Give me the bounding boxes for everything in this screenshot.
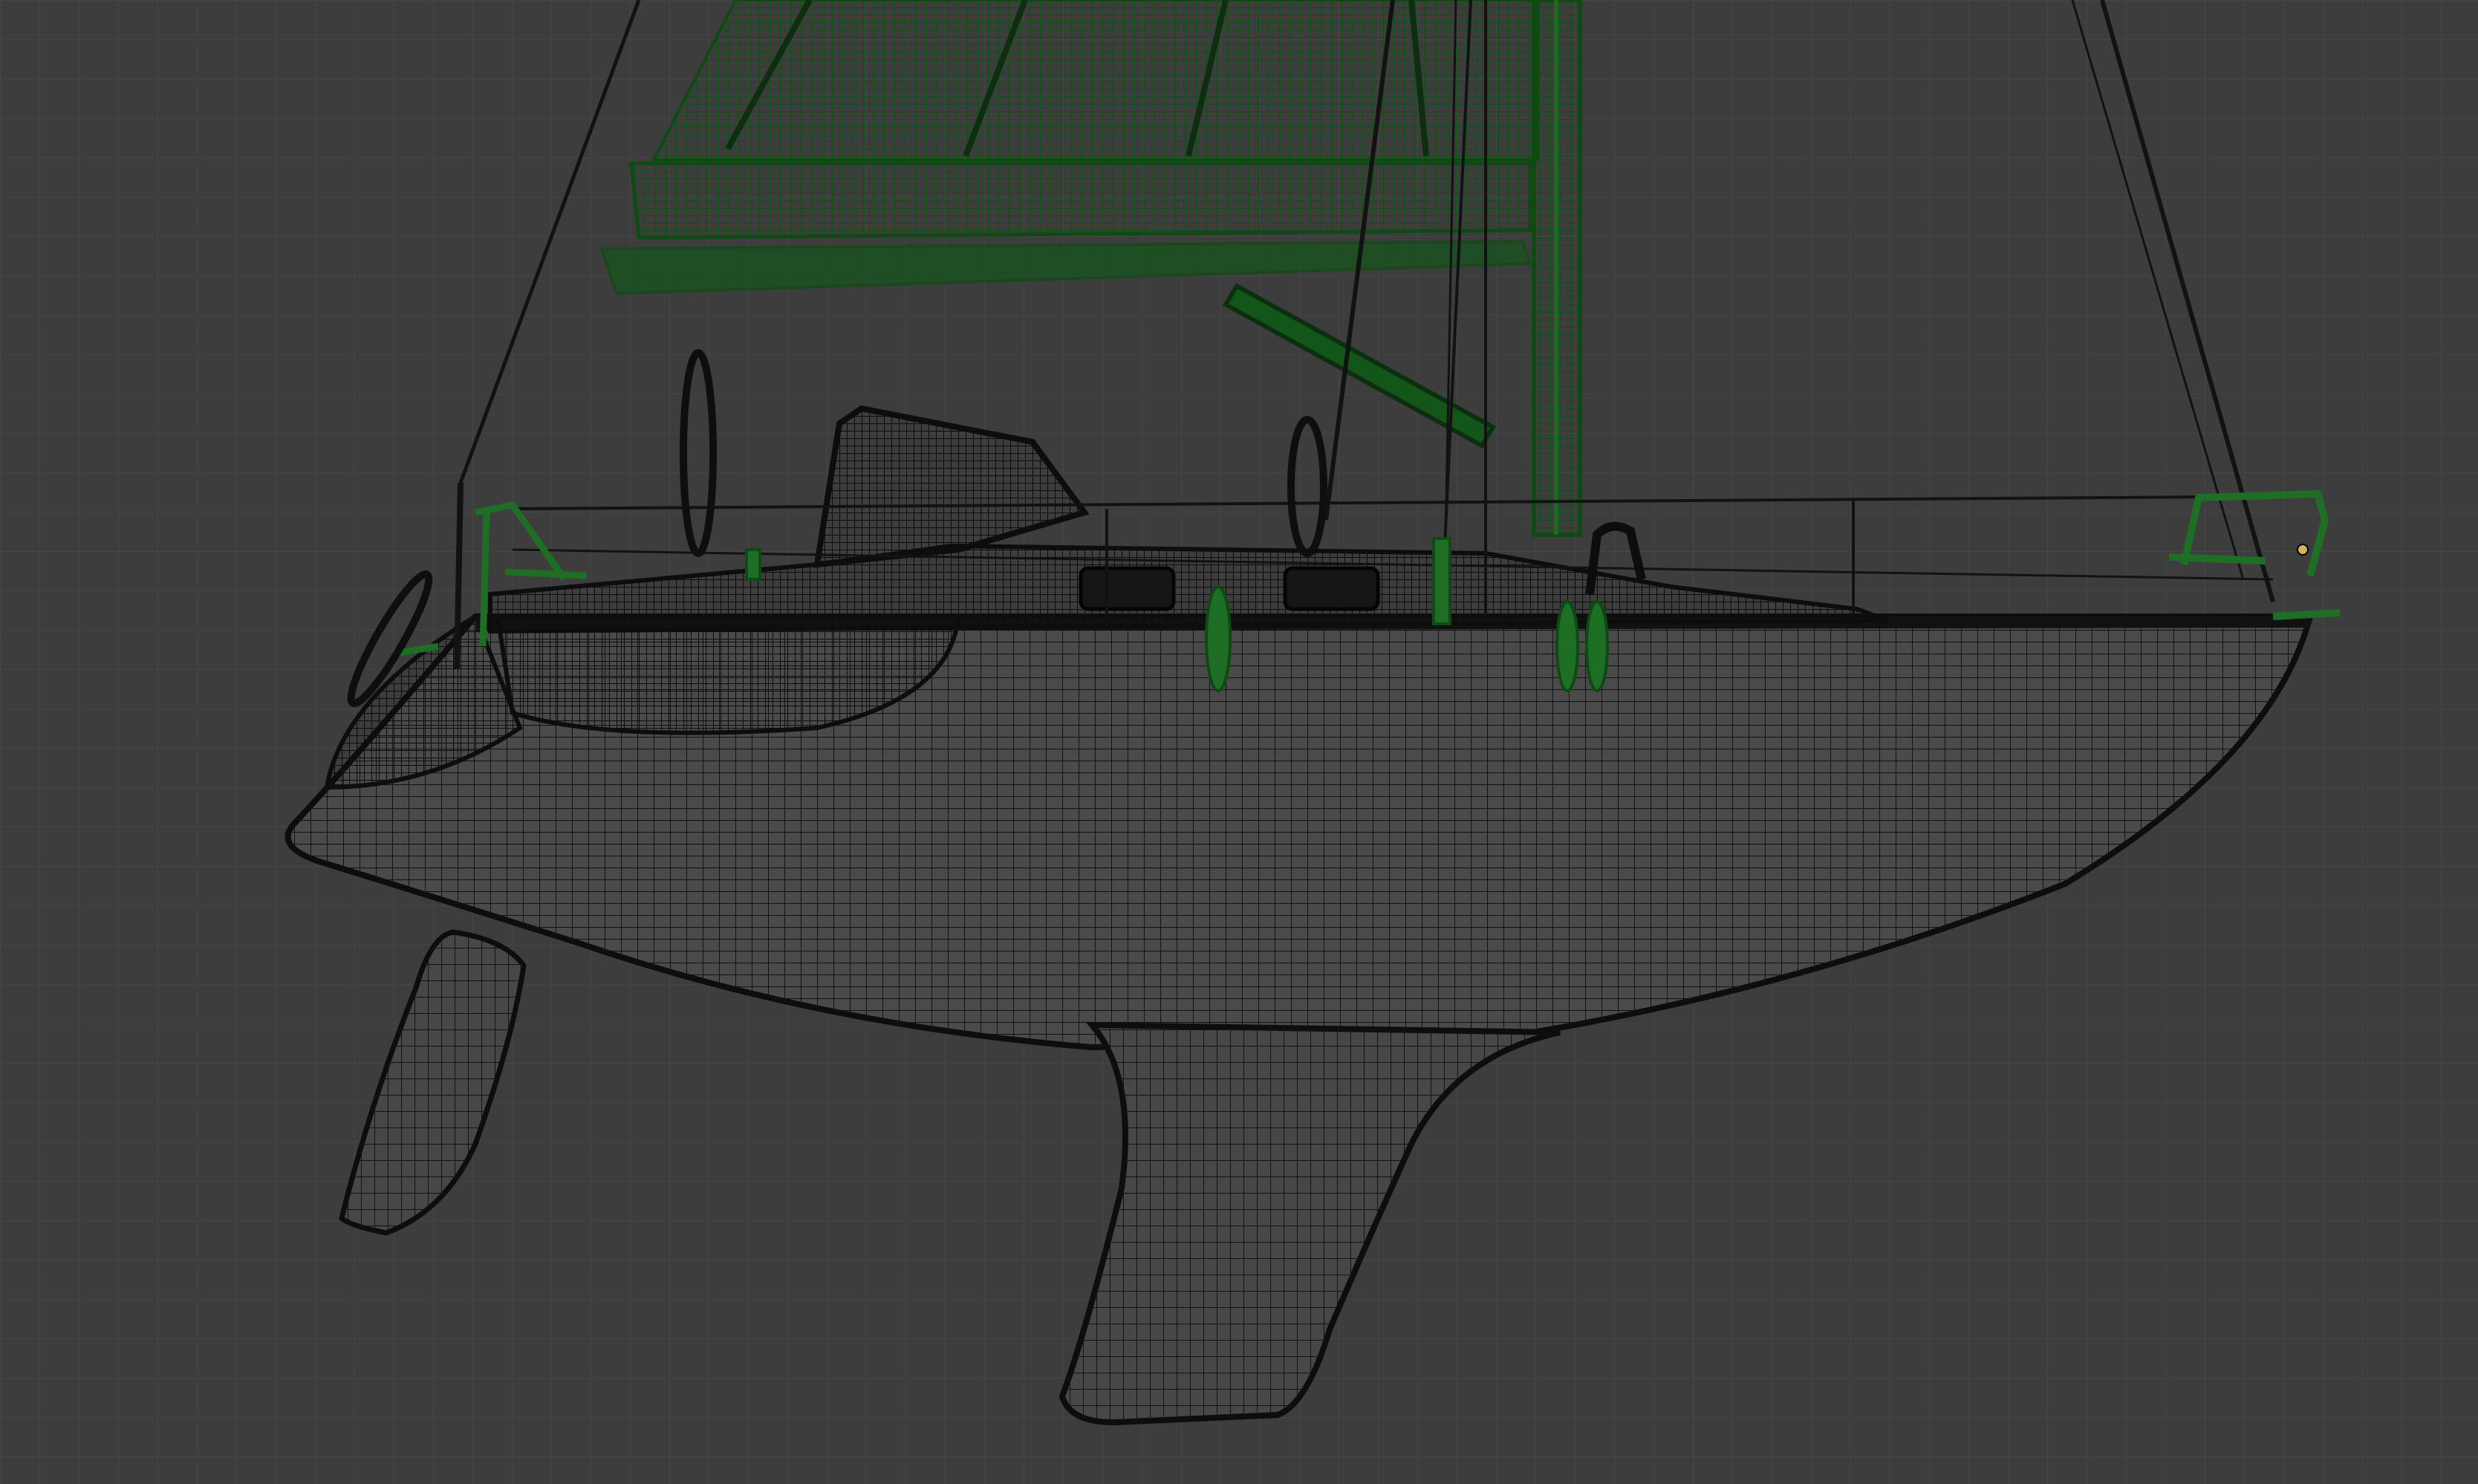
- mast[interactable]: [1532, 0, 1582, 537]
- wireframe-scene[interactable]: [0, 0, 2478, 1484]
- 3d-viewport[interactable]: [0, 0, 2478, 1484]
- active-vertex[interactable]: [2297, 544, 2309, 556]
- mainsail-panel[interactable]: [651, 0, 1539, 161]
- rudder[interactable]: [339, 929, 527, 1236]
- boom[interactable]: [599, 161, 1532, 296]
- bow-pulpit[interactable]: [2168, 489, 2341, 620]
- keel[interactable]: [1058, 1021, 1561, 1426]
- sprayhood[interactable]: [813, 405, 1090, 568]
